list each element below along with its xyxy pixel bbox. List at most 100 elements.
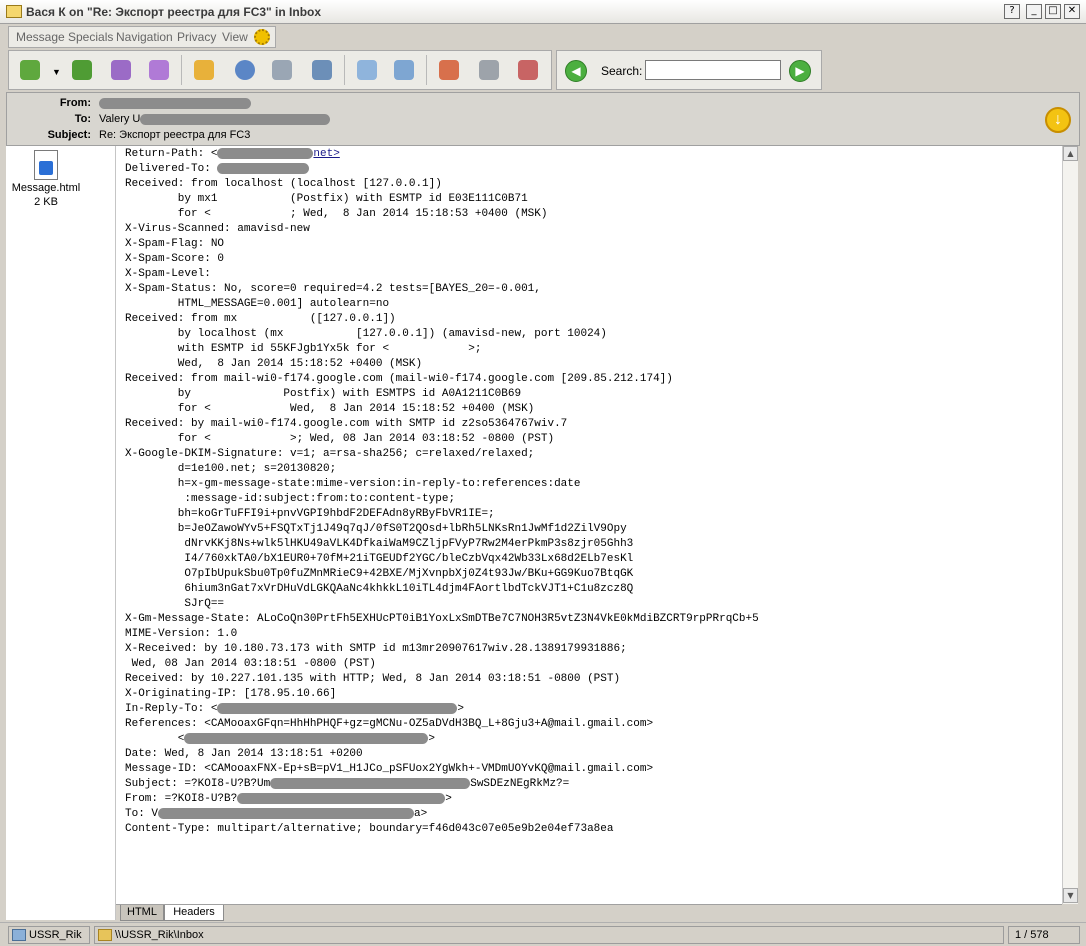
- body-line: Received: by 10.227.101.135 with HTTP; W…: [125, 673, 621, 685]
- status-message-counter: 1 / 578: [1008, 926, 1080, 944]
- menu-navigation[interactable]: Navigation: [116, 30, 173, 44]
- body-line: SJrQ==: [125, 598, 225, 610]
- download-arrow-icon[interactable]: ↓: [1045, 107, 1071, 133]
- get-mail-button[interactable]: [352, 55, 382, 85]
- redacted-block: [158, 807, 415, 819]
- print-icon: [272, 60, 292, 80]
- minimize-button[interactable]: _: [1026, 4, 1042, 19]
- toolbar-separator: [426, 55, 427, 85]
- delete-icon: [439, 60, 459, 80]
- spellcheck-button[interactable]: [189, 55, 219, 85]
- gear-icon[interactable]: [254, 29, 270, 45]
- spellcheck-icon: [194, 60, 214, 80]
- close-button[interactable]: ✕: [1064, 4, 1080, 19]
- forward-icon: [111, 60, 131, 80]
- delete-button[interactable]: [434, 55, 464, 85]
- forward-button[interactable]: [106, 55, 136, 85]
- body-line: To: Va>: [125, 807, 428, 820]
- search-next-button[interactable]: ▶: [789, 60, 811, 82]
- tab-headers[interactable]: Headers: [164, 905, 224, 921]
- to-name: Valery U: [99, 113, 141, 125]
- body-line: Delivered-To:: [125, 162, 310, 177]
- redacted-block: [140, 113, 331, 125]
- menu-view[interactable]: View: [222, 30, 248, 44]
- body-line: X-Spam-Flag: NO: [125, 238, 225, 250]
- menu-privacy[interactable]: Privacy: [177, 30, 216, 44]
- menu-message[interactable]: Message: [16, 30, 65, 44]
- mail-app-icon: [6, 5, 22, 18]
- html-file-icon: [34, 150, 58, 180]
- maximize-button[interactable]: □: [1045, 4, 1061, 19]
- from-label: From:: [59, 97, 91, 109]
- message-body[interactable]: Return-Path: < net> Delivered-To: Receive…: [116, 146, 1062, 904]
- body-line: Received: from localhost (localhost [127…: [125, 178, 442, 190]
- body-line: with ESMTP id 55KFJgb1Yx5k for < >;: [125, 343, 482, 355]
- body-line: Wed, 8 Jan 2014 15:18:52 +0400 (MSK): [125, 358, 423, 370]
- body-line: Subject: =?KOI8-U?B?Um SwSDEzNEgRkMz?=: [125, 777, 570, 790]
- body-line: X-Originating-IP: [178.95.10.66]: [125, 688, 337, 700]
- message-headers-pane: From: To: Valery U Subject: Re: Экспорт …: [6, 92, 1080, 146]
- body-line: 6hium3nGat7xVrDHuVdLGKQAaNc4khkkL10iTL4d…: [125, 583, 634, 595]
- status-account: USSR_Rik: [8, 926, 90, 944]
- body-line: :message-id:subject:from:to:content-type…: [125, 493, 456, 505]
- view-tabs: HTML Headers: [116, 904, 1062, 921]
- body-line: bh=koGrTuFFI9i+pnvVGPI9hbdF2DEFAdn8yRByF…: [125, 508, 495, 520]
- view-source-icon: [235, 60, 255, 80]
- print-button[interactable]: [267, 55, 297, 85]
- body-line: dNrvKKj8Ns+wlk5lHKU49aVLK4DfkaiWaM9CZljp…: [125, 538, 634, 550]
- body-line: References: <CAMooaxGFqn=HhHhPHQF+gz=gMC…: [125, 718, 654, 730]
- reply-all-button[interactable]: [67, 55, 97, 85]
- scroll-up-icon[interactable]: ▲: [1063, 146, 1078, 161]
- send-receive-button[interactable]: [389, 55, 419, 85]
- body-line: In-Reply-To: < >: [125, 702, 465, 715]
- body-line: X-Spam-Status: No, score=0 required=4.2 …: [125, 283, 541, 295]
- save-button[interactable]: [307, 55, 337, 85]
- account-icon: [12, 929, 26, 941]
- forward-as-attachment-button[interactable]: [144, 55, 174, 85]
- body-line: MIME-Version: 1.0: [125, 628, 238, 640]
- status-bar: USSR_Rik \\USSR_Rik\Inbox 1 / 578: [0, 922, 1086, 946]
- redacted-block: [270, 777, 471, 789]
- reply-all-icon: [72, 60, 92, 80]
- help-button[interactable]: ?: [1004, 4, 1020, 19]
- not-junk-button[interactable]: [513, 55, 543, 85]
- menu-specials[interactable]: Specials: [68, 30, 113, 44]
- body-line: From: =?KOI8-U?B? >: [125, 792, 452, 805]
- reply-icon: [20, 60, 40, 80]
- vertical-scrollbar[interactable]: ▲ ▼: [1062, 146, 1078, 904]
- trash-button[interactable]: [474, 55, 504, 85]
- redacted-block: [217, 702, 458, 714]
- redacted-block: [99, 97, 251, 109]
- send-receive-icon: [394, 60, 414, 80]
- search-input[interactable]: [645, 60, 781, 80]
- body-line: Return-Path: < net>: [125, 147, 340, 160]
- body-line: by mx1 (Postfix) with ESMTP id E03E111C0…: [125, 193, 528, 205]
- body-line: X-Received: by 10.180.73.173 with SMTP i…: [125, 643, 627, 655]
- body-line: O7pIbUpukSbu0Tp0fuZMnMRieC9+42BXE/MjXvnp…: [125, 568, 634, 580]
- body-line: Message-ID: <CAMooaxFNX-Ep+sB=pV1_H1JCo_…: [125, 763, 654, 775]
- body-line: HTML_MESSAGE=0.001] autolearn=no: [125, 298, 390, 310]
- view-source-button[interactable]: [230, 55, 260, 85]
- body-line: by Postfix) with ESMTPS id A0A1211C0B69: [125, 388, 522, 400]
- body-line: h=x-gm-message-state:mime-version:in-rep…: [125, 478, 581, 490]
- to-value[interactable]: Valery U: [99, 113, 331, 125]
- search-prev-button[interactable]: ◀: [565, 60, 587, 82]
- reply-button[interactable]: [15, 55, 45, 85]
- scroll-down-icon[interactable]: ▼: [1063, 888, 1078, 903]
- body-line: Received: by mail-wi0-f174.google.com wi…: [125, 418, 568, 430]
- redacted-block: [184, 732, 429, 744]
- not-junk-icon: [518, 60, 538, 80]
- tab-html[interactable]: HTML: [120, 905, 164, 921]
- subject-value: Re: Экспорт реестра для FC3: [99, 129, 251, 141]
- attachment-item[interactable]: Message.html 2 KB: [6, 146, 86, 212]
- search-bar: ◀ Search: ▶: [556, 50, 822, 90]
- from-value[interactable]: [99, 97, 251, 109]
- folder-icon: [98, 929, 112, 941]
- body-line: X-Gm-Message-State: ALoCoQn30PrtFh5EXHUc…: [125, 613, 759, 625]
- trash-icon: [479, 60, 499, 80]
- menu-bar: Message Specials Navigation Privacy View: [8, 26, 276, 48]
- body-line: X-Spam-Level:: [125, 268, 211, 280]
- reply-dropdown-button[interactable]: ▼: [49, 55, 63, 85]
- body-line: Received: from mx ([127.0.0.1]): [125, 313, 396, 325]
- status-folder: \\USSR_Rik\Inbox: [94, 926, 1004, 944]
